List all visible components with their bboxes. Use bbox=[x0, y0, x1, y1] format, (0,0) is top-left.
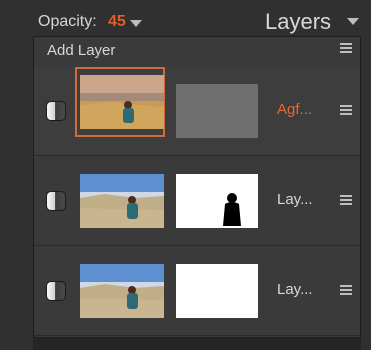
visibility-toggle-icon[interactable] bbox=[46, 191, 66, 211]
layer-mask-thumbnail[interactable] bbox=[176, 84, 258, 138]
add-layer-menu-icon[interactable] bbox=[340, 43, 352, 53]
panel-menu-caret-icon[interactable] bbox=[347, 18, 359, 25]
layer-thumbnail[interactable] bbox=[80, 174, 164, 228]
layer-menu-icon[interactable] bbox=[340, 285, 352, 295]
visibility-toggle-icon[interactable] bbox=[46, 101, 66, 121]
panel-bottom-edge bbox=[33, 338, 361, 350]
layer-row-2[interactable]: Lay... bbox=[34, 157, 360, 246]
visibility-toggle-icon[interactable] bbox=[46, 281, 66, 301]
opacity-label: Opacity: bbox=[38, 13, 97, 30]
layer-mask-thumbnail[interactable] bbox=[176, 174, 258, 228]
layer-name[interactable]: Lay... bbox=[277, 191, 313, 208]
add-layer-row[interactable]: Add Layer bbox=[34, 37, 360, 68]
layers-toolbar: Opacity: 45 Layers bbox=[0, 0, 371, 40]
layer-thumbnail[interactable] bbox=[80, 75, 164, 129]
layer-menu-icon[interactable] bbox=[340, 195, 352, 205]
layer-name[interactable]: Agf... bbox=[277, 101, 312, 118]
opacity-value[interactable]: 45 bbox=[108, 13, 126, 31]
layers-list: Add Layer Agf... Lay... Lay... bbox=[33, 36, 361, 338]
layer-menu-icon[interactable] bbox=[340, 105, 352, 115]
layer-name[interactable]: Lay... bbox=[277, 281, 313, 298]
opacity-dropdown-icon[interactable] bbox=[130, 20, 142, 27]
panel-title: Layers bbox=[265, 9, 332, 34]
layer-mask-thumbnail[interactable] bbox=[176, 264, 258, 318]
layer-row-3[interactable]: Lay... bbox=[34, 247, 360, 336]
layer-row-1[interactable]: Agf... bbox=[34, 67, 360, 156]
add-layer-button[interactable]: Add Layer bbox=[47, 42, 115, 59]
layer-thumbnail[interactable] bbox=[80, 264, 164, 318]
